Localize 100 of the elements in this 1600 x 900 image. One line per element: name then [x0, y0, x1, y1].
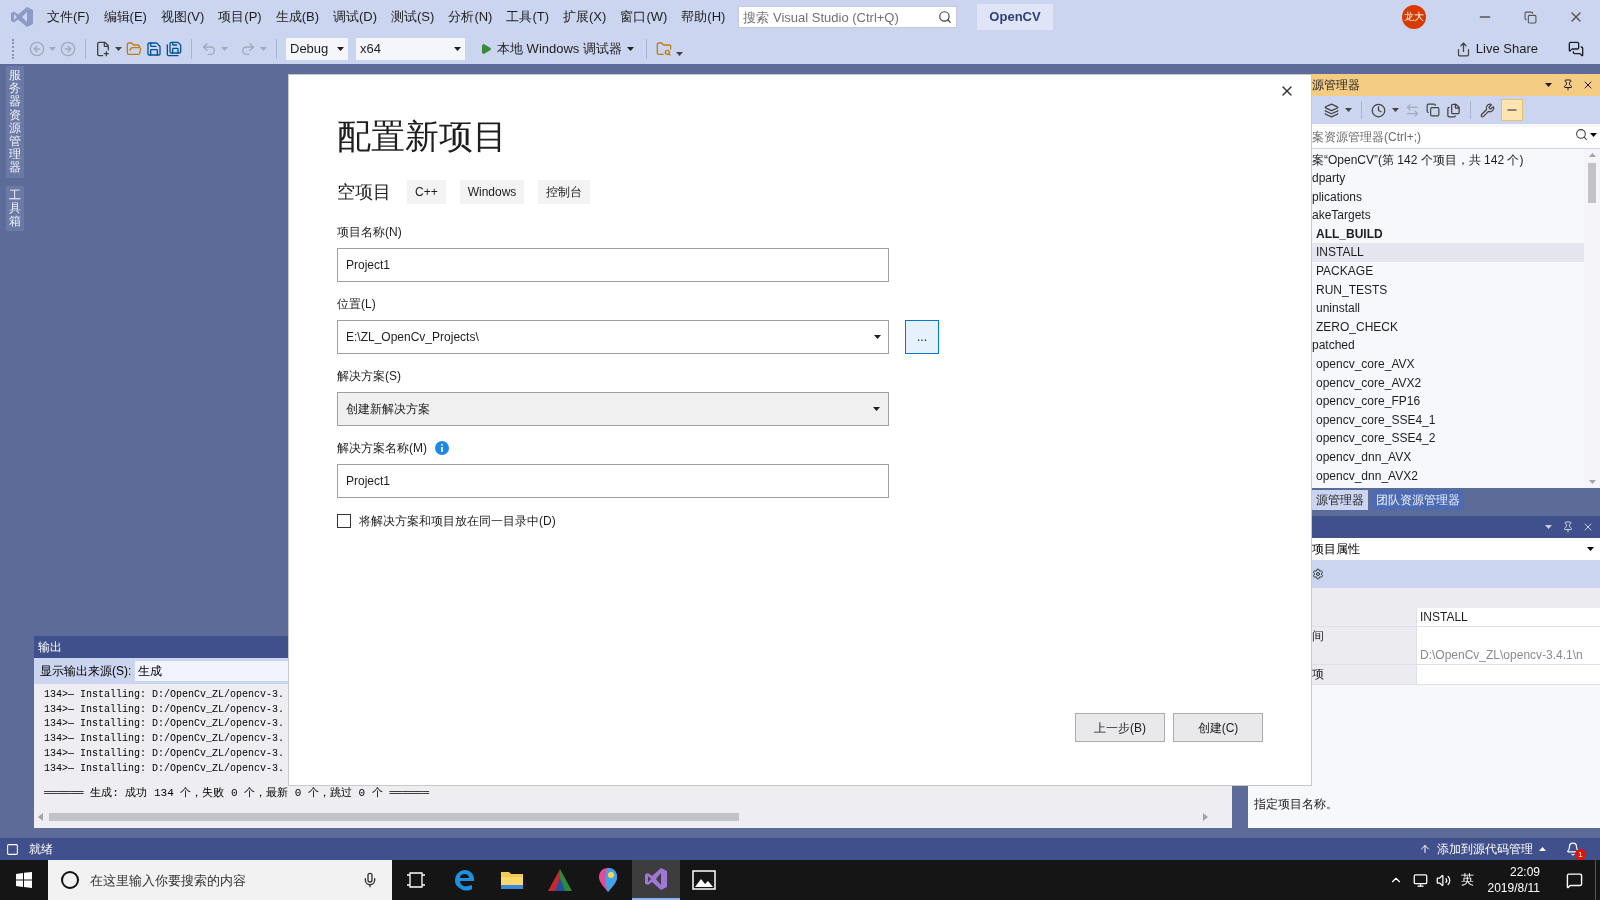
configuration-dropdown[interactable]: Debug — [286, 38, 348, 60]
tree-item[interactable]: opencv_core_FP16 — [1312, 392, 1584, 411]
debugger-button[interactable]: 本地 Windows 调试器 — [477, 38, 637, 60]
solution-select[interactable]: 创建新解决方案 — [337, 392, 889, 426]
solution-name: OpenCV — [977, 4, 1053, 30]
preview-toggle[interactable] — [1501, 99, 1523, 121]
menu-item[interactable]: 帮助(H) — [674, 5, 733, 29]
play-icon — [480, 43, 492, 55]
platform-dropdown[interactable]: x64 — [356, 38, 465, 60]
caret-icon — [1545, 83, 1552, 87]
image-icon — [692, 870, 716, 890]
notification-icon[interactable] — [1566, 871, 1583, 889]
scroll-thumb[interactable] — [49, 813, 739, 821]
menu-item[interactable]: 窗口(W) — [613, 5, 675, 29]
tree-item[interactable]: uninstall — [1312, 299, 1584, 318]
dialog-title: 配置新项目 — [337, 116, 508, 156]
tree-item[interactable]: PACKAGE — [1312, 262, 1584, 281]
chat-icon[interactable] — [1568, 41, 1584, 57]
menu-item[interactable]: 分析(N) — [441, 5, 500, 29]
gear-icon[interactable] — [1312, 568, 1324, 580]
restore-icon[interactable] — [1524, 10, 1537, 24]
new-project-icon[interactable] — [95, 41, 111, 57]
dialog-button[interactable]: 创建(C) — [1173, 713, 1263, 742]
caret-icon — [337, 47, 344, 51]
input-method[interactable]: 英 — [1460, 870, 1474, 890]
tree-item[interactable]: plications — [1312, 187, 1584, 207]
loop-icon — [644, 867, 668, 891]
tree-item[interactable]: opencv_dnn_AVX — [1312, 448, 1584, 467]
pin-icon[interactable] — [1562, 79, 1574, 91]
menu-item[interactable]: 测试(S) — [384, 5, 442, 29]
tree-item[interactable]: patched — [1312, 336, 1584, 356]
property-name-cell[interactable] — [1312, 608, 1416, 627]
panel-tab[interactable]: 团队资源管理器 — [1372, 490, 1464, 510]
property-value-cell[interactable] — [1416, 665, 1600, 685]
tree-item[interactable]: opencv_dnn_AVX2 — [1312, 466, 1584, 486]
text-field[interactable]: Project1 — [337, 464, 889, 498]
side-tab[interactable]: 服务器资源管理器 — [6, 66, 24, 178]
tree-item[interactable]: opencv_core_SSE4_1 — [1312, 410, 1584, 430]
output-line: 134>— Installing: D:/OpenCv_ZL/opencv-3. — [44, 761, 285, 776]
tree-item[interactable]: 案“OpenCV”(第 142 个项目，共 142 个) — [1312, 150, 1584, 170]
property-value-cell[interactable]: D:\OpenCv_ZL\opencv-3.4.1\n — [1416, 646, 1600, 665]
menu-item[interactable]: 调试(D) — [326, 5, 385, 29]
files-icon[interactable] — [1446, 102, 1461, 118]
tag: 控制台 — [538, 180, 591, 204]
save-icon[interactable] — [146, 41, 162, 57]
browse-button[interactable]: ... — [905, 320, 939, 354]
search-field[interactable]: 案资源管理器(Ctrl+;) — [1312, 126, 1600, 149]
menu-item[interactable]: 项目(P) — [211, 5, 269, 29]
menu-item[interactable]: 编辑(E) — [96, 5, 154, 29]
tree-item[interactable]: dparty — [1312, 169, 1584, 188]
source-control-label: 添加到源代码管理 — [1437, 841, 1533, 858]
layers-icon[interactable] — [1324, 102, 1339, 118]
save-all-icon[interactable] — [166, 41, 182, 57]
live-share-button[interactable]: Live Share — [1451, 38, 1542, 60]
caret-icon — [1345, 108, 1352, 112]
volume-icon[interactable] — [1435, 872, 1451, 888]
property-name-cell[interactable] — [1312, 646, 1416, 665]
menu-item[interactable]: 文件(F) — [40, 5, 97, 29]
tree-item[interactable]: INSTALL — [1312, 243, 1584, 263]
network-icon[interactable] — [1412, 872, 1428, 888]
property-value-cell[interactable] — [1416, 627, 1600, 647]
avatar[interactable]: 龙大 — [1402, 5, 1426, 29]
dialog-button[interactable]: 上一步(B) — [1075, 713, 1165, 742]
tree-item[interactable]: RUN_TESTS — [1312, 280, 1584, 300]
location-combo[interactable]: E:\ZL_OpenCv_Projects\ — [337, 320, 889, 354]
close-icon[interactable] — [1582, 79, 1594, 91]
menu-item[interactable]: 工具(T) — [499, 5, 557, 29]
tree-item[interactable]: opencv_core_SSE4_2 — [1312, 429, 1584, 448]
property-name-cell[interactable]: 项 — [1312, 665, 1416, 685]
property-name-cell[interactable]: 间 — [1312, 627, 1416, 647]
caret-icon — [1392, 108, 1399, 112]
source-dropdown[interactable]: 生成 — [135, 661, 288, 681]
property-value-cell[interactable]: INSTALL — [1416, 608, 1600, 627]
object-dropdown[interactable]: 项目属性 — [1312, 538, 1600, 560]
tree-item[interactable]: ZERO_CHECK — [1312, 317, 1584, 337]
tree-item[interactable]: ALL_BUILD — [1312, 224, 1584, 244]
tree-item[interactable]: opencv_core_AVX2 — [1312, 373, 1584, 393]
clock-icon[interactable] — [1371, 102, 1386, 118]
menu-item[interactable]: 扩展(X) — [556, 5, 614, 29]
tree-item[interactable]: akeTargets — [1312, 206, 1584, 225]
search-field[interactable]: 搜索 Visual Studio (Ctrl+Q) — [738, 6, 958, 28]
source-control-button[interactable]: 添加到源代码管理 — [1419, 840, 1546, 858]
pin-icon[interactable] — [1562, 521, 1574, 533]
panel-tab[interactable]: 源管理器 — [1312, 490, 1368, 510]
checkbox[interactable] — [337, 514, 351, 528]
menu-item[interactable]: 生成(B) — [268, 5, 326, 29]
microphone-icon[interactable] — [362, 872, 378, 888]
caret-icon — [1545, 525, 1552, 529]
bell-icon[interactable] — [1566, 842, 1580, 856]
menu-item[interactable]: 视图(V) — [153, 5, 212, 29]
wrench-icon[interactable] — [1480, 102, 1495, 118]
tree-item[interactable]: opencv_core_AVX — [1312, 355, 1584, 374]
search-icon[interactable] — [938, 10, 953, 24]
caret-icon — [221, 47, 228, 51]
clock-date: 2019/8/11 — [1487, 880, 1540, 896]
side-tab[interactable]: 工具箱 — [6, 185, 24, 232]
scroll-thumb[interactable] — [1588, 162, 1596, 203]
text-field[interactable]: Project1 — [337, 248, 889, 282]
scroll-left-icon — [38, 813, 43, 821]
taskbar-search-field[interactable]: 在这里输入你要搜索的内容 — [48, 860, 392, 900]
